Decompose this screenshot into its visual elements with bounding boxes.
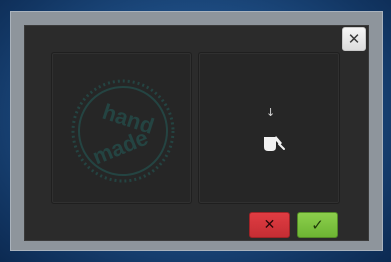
- handmade-stamp-icon: hand made: [71, 79, 175, 183]
- stamp-word-made: made: [89, 125, 152, 170]
- pour-icon: [264, 136, 285, 151]
- cancel-button[interactable]: ✕: [249, 212, 290, 238]
- close-button[interactable]: ✕: [342, 27, 366, 51]
- close-icon: ✕: [347, 29, 361, 48]
- checkmark-icon: ✓: [311, 216, 324, 234]
- cancel-icon: ✕: [263, 217, 276, 233]
- dialog: ✕ hand made ↓ ✕ ✓: [24, 25, 369, 241]
- down-arrow-icon: ↓: [266, 106, 276, 119]
- confirm-button[interactable]: ✓: [297, 212, 338, 238]
- left-preview-panel[interactable]: hand made: [51, 52, 192, 204]
- right-drop-panel[interactable]: ↓: [198, 52, 340, 204]
